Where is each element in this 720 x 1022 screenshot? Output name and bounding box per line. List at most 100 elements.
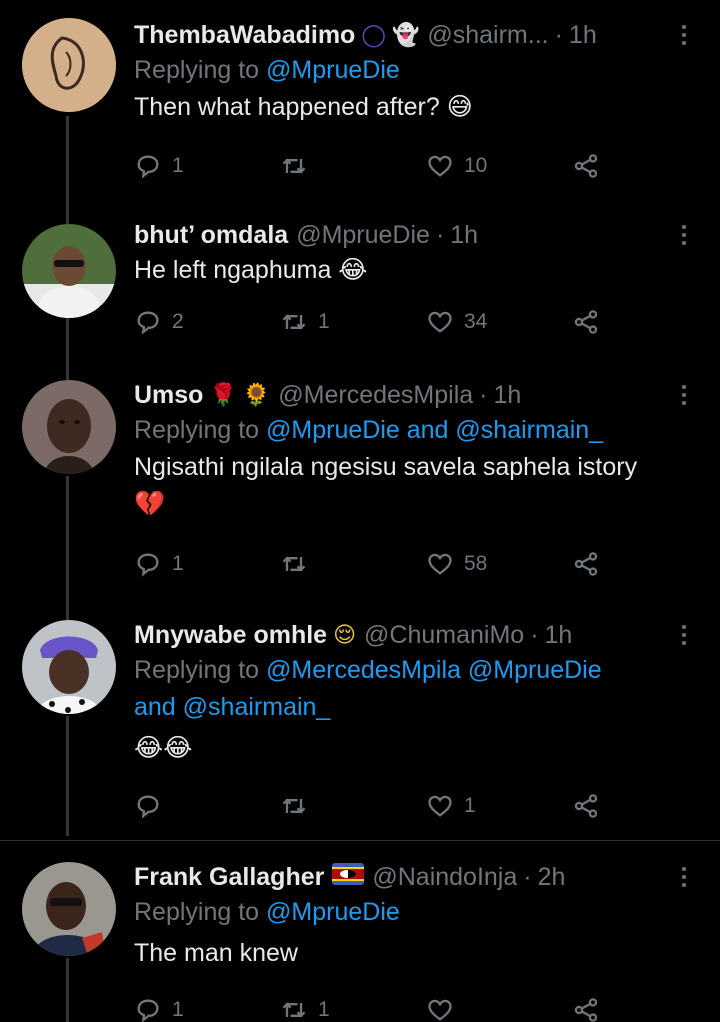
timestamp[interactable]: 2h [538,863,566,892]
mention-link[interactable]: @shairmain_ [455,416,603,444]
timestamp[interactable]: 1h [545,621,573,650]
retweet-button[interactable] [280,550,318,578]
replying-to-label: Replying to [134,416,260,444]
reply-icon [137,553,159,577]
tweet[interactable]: Umso 🌹 🌻 @MercedesMpila · 1h Replying to… [0,360,720,600]
retweet-icon [282,158,306,174]
retweet-button[interactable] [280,152,318,180]
retweet-count: 1 [318,310,330,333]
reply-icon [137,795,159,819]
retweet-button[interactable]: 1 [280,996,330,1022]
tweet-text: He left ngaphuma 😂 [134,256,368,284]
display-name[interactable]: Frank Gallagher [134,863,324,892]
reply-icon [137,311,159,335]
retweet-button[interactable] [280,792,318,820]
user-handle[interactable]: @MercedesMpila [278,381,473,410]
tweet-text: Ngisathi ngilala ngesisu savela saphela … [134,453,638,481]
share-button[interactable] [572,308,600,336]
more-icon[interactable] [672,378,696,412]
reply-button[interactable]: 1 [134,996,184,1022]
like-count: 58 [464,552,488,575]
avatar[interactable] [22,620,116,714]
separator-dot: · [554,20,563,49]
user-handle[interactable]: @NaindoInja [372,863,517,892]
reply-count: 2 [172,310,184,333]
user-handle[interactable]: @MprueDie [296,221,430,250]
reply-button[interactable] [134,792,172,820]
replying-to: Replying to @MprueDie and @shairmain_ [134,412,696,449]
reply-count: 1 [172,552,184,575]
mention-link[interactable]: @MercedesMpila @MprueDie [266,656,602,684]
more-icon[interactable] [672,860,696,894]
reply-icon [137,999,159,1022]
retweet-icon [282,798,306,814]
share-button[interactable] [572,550,600,578]
timestamp[interactable]: 1h [494,381,522,410]
timestamp[interactable]: 1h [569,21,597,50]
like-button[interactable]: 58 [426,550,487,578]
action-bar: 1 [134,786,614,826]
name-badge: 🌹 [209,382,237,407]
retweet-icon [282,314,306,330]
action-bar: 1 1 [134,990,614,1022]
mention-link[interactable]: @MprueDie [266,416,400,444]
share-icon [574,794,598,818]
tweet[interactable]: ThembaWabadimo ◯ 👻 @shairm... · 1h Reply… [0,0,720,200]
share-button[interactable] [572,996,600,1022]
replying-to: Replying to @MercedesMpila @MprueDie and… [134,652,696,726]
replying-to-label: Replying to [134,898,260,926]
like-count: 1 [464,794,476,817]
tweet[interactable]: bhut’ omdala @MprueDie · 1h He left ngap… [0,200,720,360]
reply-count: 1 [172,998,184,1021]
more-icon[interactable] [672,618,696,652]
share-button[interactable] [572,792,600,820]
mention-link[interactable]: @MprueDie [266,898,400,926]
display-name[interactable]: ThembaWabadimo [134,21,355,50]
tweet[interactable]: Frank Gallagher @NaindoInja · 2h Replyin… [0,842,720,1022]
mention-link[interactable]: @MprueDie [266,56,400,84]
separator-dot: · [523,862,532,891]
like-button[interactable]: 34 [426,308,487,336]
mention-and: and [406,416,449,444]
like-icon [428,155,452,177]
more-icon[interactable] [672,218,696,252]
tweet-text: The man knew [134,939,298,967]
retweet-button[interactable]: 1 [280,308,330,336]
share-button[interactable] [572,152,600,180]
action-bar: 1 58 [134,544,614,584]
display-name[interactable]: bhut’ omdala [134,221,288,250]
reply-button[interactable]: 2 [134,308,184,336]
reply-feed: ThembaWabadimo ◯ 👻 @shairm... · 1h Reply… [0,0,720,1022]
share-icon [574,552,598,576]
share-icon [574,154,598,178]
retweet-count: 1 [318,998,330,1021]
display-name[interactable]: Mnywabe omhle [134,621,327,650]
user-handle[interactable]: @ChumaniMo [364,621,524,650]
like-count: 34 [464,310,488,333]
action-bar: 1 10 [134,146,614,186]
like-icon [428,795,452,817]
more-icon[interactable] [672,18,696,52]
user-handle[interactable]: @shairm... [427,21,548,50]
avatar[interactable] [22,862,116,956]
like-button[interactable] [426,996,464,1022]
retweet-icon [282,1002,306,1018]
avatar[interactable] [22,18,116,112]
mention-link[interactable]: @shairmain_ [183,693,331,721]
like-button[interactable]: 10 [426,152,487,180]
avatar[interactable] [22,224,116,318]
replying-to-label: Replying to [134,56,260,84]
tweet[interactable]: Mnywabe omhle 😌 @ChumaniMo · 1h Replying… [0,600,720,840]
like-icon [428,999,452,1021]
flag-badge [332,863,365,891]
like-count: 10 [464,154,488,177]
avatar[interactable] [22,380,116,474]
display-name[interactable]: Umso [134,381,203,410]
tweet-text: 😂😂 [134,734,193,762]
like-button[interactable]: 1 [426,792,476,820]
separator-dot: · [530,620,539,649]
timestamp[interactable]: 1h [450,221,478,250]
share-icon [574,310,598,334]
reply-button[interactable]: 1 [134,550,184,578]
reply-button[interactable]: 1 [134,152,184,180]
